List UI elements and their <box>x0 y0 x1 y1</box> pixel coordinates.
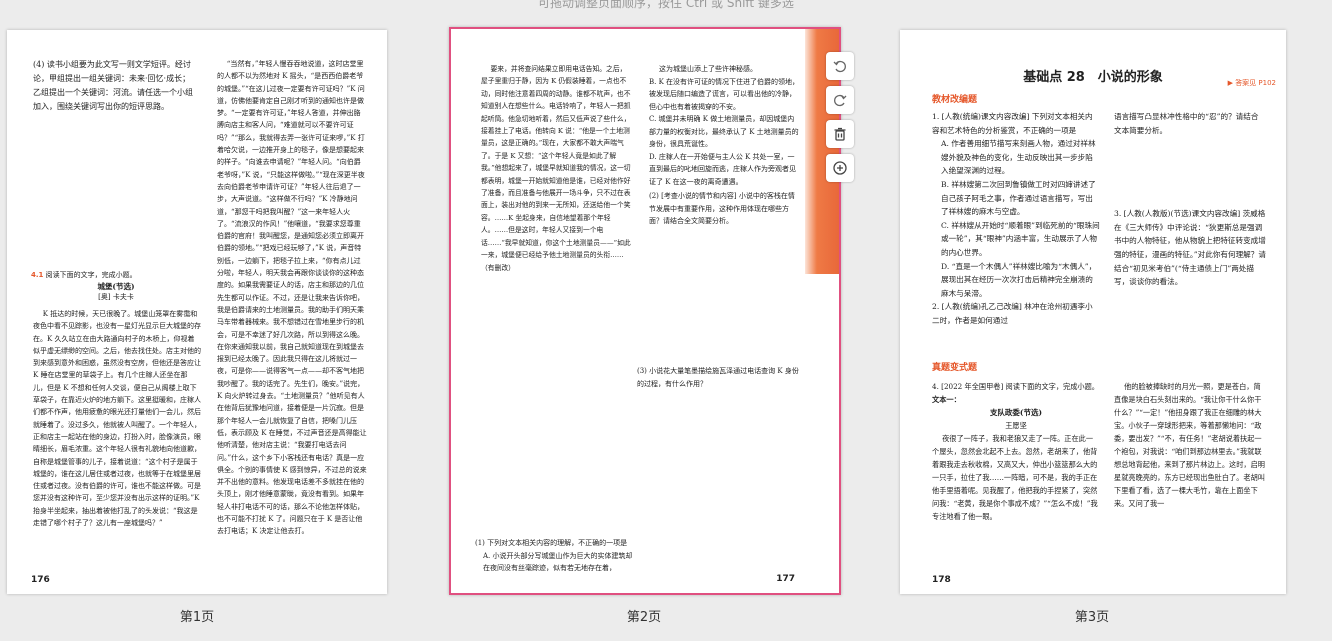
drag-hint: 可拖动调整页面顺序，按住 Ctrl 或 Shift 键多选 <box>538 0 794 10</box>
page-number: 178 <box>932 575 951 585</box>
page3-right-questions: 语言描写凸显林冲性格中的“忍”的？请结合文本简要分析。 3. [人教(人教版)(… <box>1114 112 1266 287</box>
section-heading-2: 真题变式题 <box>932 363 978 373</box>
page2-question3: (3) 小说花大量笔墨描绘施瓦泽通过电话查询 K 身份的过程，有什么作用？ <box>637 367 799 388</box>
page2-right-options: 这为城堡山添上了些许神秘感。 B. K 在没有许可证的情况下住进了伯爵的领地，被… <box>649 65 800 225</box>
delete-button[interactable] <box>826 120 854 148</box>
task-number: 4.1 <box>31 271 44 279</box>
task-head: 阅读下面的文字，完成小题。 <box>45 271 137 279</box>
page3-left-questions: 1. [人教(统编)课文内容改编] 下列对文本相关内容和艺术特色的分析鉴赏，不正… <box>932 112 1100 325</box>
page3-right-story: 他的脸被捧缺时的月光一照，更是苍白，简直像是块白石头刻出来的。“我让你干什么你干… <box>1114 382 1265 508</box>
page2-left-body: 要来，并将查问结果立即用电话告知。之后，屋子里重归于静，因为 K 仍假装睡着，一… <box>481 65 631 272</box>
page1-left-body: K 抵达的时候，天已很晚了。城堡山笼罩在雾霭和夜色中看不见踪影，也没有一星灯光显… <box>33 310 201 528</box>
page-toolbar <box>826 52 854 182</box>
page-thumbnail-3[interactable]: 基础点 28 小说的形象 ▶ 答案见 P102 教材改编题 1. [人教(统编)… <box>900 30 1286 594</box>
page-number: 176 <box>31 575 50 585</box>
rotate-left-icon <box>833 60 846 73</box>
answer-reference: ▶ 答案见 P102 <box>1227 79 1276 87</box>
page1-right-body: “当然有，”年轻人慢吞吞地说道，这时店堂里的人都不以为然地对 K 摇头，“是西西… <box>217 60 367 536</box>
page-thumbnail-1[interactable]: (4) 读书小组要为此文写一则文学短评。经讨论，甲组提出一组关键词：未来·回忆·… <box>7 30 387 594</box>
section-heading-1: 教材改编题 <box>932 95 978 105</box>
page1-question4: (4) 读书小组要为此文写一则文学短评。经讨论，甲组提出一组关键词：未来·回忆·… <box>33 60 193 111</box>
story-author: [奥] 卡夫卡 <box>98 293 134 301</box>
page-number: 177 <box>776 574 795 584</box>
delete-icon <box>834 127 846 141</box>
page-label-1: 第1页 <box>179 610 215 625</box>
page-label-3: 第3页 <box>1074 610 1110 625</box>
add-page-button[interactable] <box>826 154 854 182</box>
add-icon <box>833 161 847 175</box>
page3-question4: 4. [2022 年全国甲卷] 阅读下面的文字，完成小题。 文本一： 支队政委(… <box>932 382 1099 521</box>
page1-task: 4.1 阅读下面的文字，完成小题。 城堡(节选) [奥] 卡夫卡 <box>31 270 201 303</box>
rotate-left-button[interactable] <box>826 52 854 80</box>
page-label-2: 第2页 <box>626 610 662 625</box>
rotate-right-button[interactable] <box>826 86 854 114</box>
page2-question1: (1) 下列对文本相关内容的理解，不正确的一项是 A. 小说开头部分写城堡山作为… <box>475 539 633 572</box>
rotate-right-icon <box>834 94 847 107</box>
page-thumbnail-2[interactable]: 要来，并将查问结果立即用电话告知。之后，屋子里重归于静，因为 K 仍假装睡着，一… <box>449 27 841 595</box>
story-title: 城堡(节选) <box>97 282 135 291</box>
